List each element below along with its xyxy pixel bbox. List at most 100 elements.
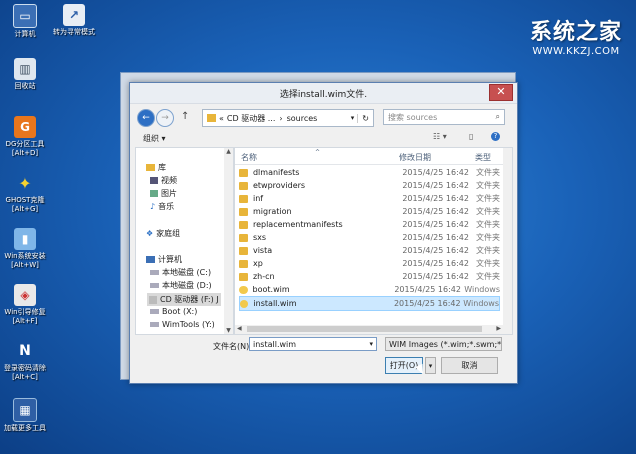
table-row[interactable]: install.wim 2015/4/25 16:42 Windows (239, 296, 500, 311)
column-header-date[interactable]: 修改日期 (399, 152, 431, 163)
desktop-icon-diskgenius[interactable]: G DG分区工具 [Alt+D] (2, 116, 48, 158)
file-list-hscrollbar[interactable]: ◀ ▶ (235, 325, 512, 334)
table-row[interactable]: zh-cn 2015/4/25 16:42 文件夹 (239, 270, 500, 283)
address-bar[interactable]: « CD 驱动器 ... › sources ▾ ↻ (202, 109, 374, 127)
desktop-icon-ghost[interactable]: ✦ GHOST克隆 [Alt+G] (2, 172, 48, 214)
file-name: xp (252, 259, 263, 268)
column-header-type[interactable]: 类型 (475, 152, 491, 163)
nav-item-boot-x[interactable]: Boot (X:) (150, 307, 197, 316)
more-tools-icon: ▦ (13, 398, 37, 422)
table-row[interactable]: etwproviders 2015/4/25 16:42 文件夹 (239, 179, 500, 192)
dialog-title: 选择install.wim文件. (279, 90, 368, 100)
close-button[interactable]: ✕ (489, 84, 513, 101)
file-type: 文件夹 (476, 220, 501, 229)
folder-icon (239, 272, 248, 281)
up-icon[interactable]: ↑ (181, 111, 189, 122)
desktop-icon-password-clear[interactable]: N 登录密码清除 [Alt+C] (2, 340, 48, 382)
nav-item-pictures[interactable]: 图片 (150, 188, 177, 199)
file-list-vscrollbar[interactable] (503, 148, 512, 325)
file-date: 2015/4/25 16:42 (402, 181, 469, 190)
nav-item-drive-d[interactable]: 本地磁盘 (D:) (150, 280, 212, 291)
desktop-icon-win-install[interactable]: ▮ Win系统安装 [Alt+W] (2, 228, 48, 270)
nav-item-homegroup[interactable]: ❖ 家庭组 (146, 228, 180, 239)
toolbar: 组织 ▾ ☷ ▾ ▯ ? (135, 131, 512, 147)
table-row[interactable]: replacementmanifests 2015/4/25 16:42 文件夹 (239, 218, 500, 231)
search-input[interactable]: 搜索 sources ⌕ (383, 109, 505, 125)
view-options-icon[interactable]: ☷ ▾ (433, 132, 447, 141)
file-date: 2015/4/25 16:42 (393, 299, 461, 308)
refresh-icon[interactable]: ↻ (357, 113, 373, 123)
table-row[interactable]: inf 2015/4/25 16:42 文件夹 (239, 192, 500, 205)
file-name: zh-cn (252, 272, 275, 281)
desktop-icon-boot-repair[interactable]: ◈ Win引导修复 [Alt+F] (2, 284, 48, 326)
scroll-thumb[interactable] (247, 326, 482, 332)
file-name: replacementmanifests (252, 220, 343, 229)
brand-logo: 系统之家 WWW.KKZJ.COM (530, 14, 622, 57)
table-row[interactable]: boot.wim 2015/4/25 16:42 Windows (239, 283, 500, 296)
folder-icon (239, 207, 248, 216)
cancel-button[interactable]: 取消 (441, 357, 498, 374)
scroll-right-icon[interactable]: ▶ (496, 325, 501, 332)
folder-icon (207, 114, 216, 122)
dialog-titlebar[interactable]: 选择install.wim文件. ✕ (130, 83, 517, 104)
folder-icon (239, 168, 248, 177)
file-date: 2015/4/25 16:42 (394, 285, 461, 294)
scroll-down-icon[interactable]: ▼ (224, 327, 233, 334)
file-type: 文件夹 (476, 259, 501, 268)
table-row[interactable]: sxs 2015/4/25 16:42 文件夹 (239, 231, 500, 244)
desktop-icon-computer[interactable]: ▭ 计算机 (2, 4, 48, 39)
organize-menu[interactable]: 组织 ▾ (143, 133, 166, 144)
file-type: 文件夹 (476, 181, 501, 190)
file-list: 名称 ^ 修改日期 类型 dlmanifests 2015/4/25 16:42 文… (234, 147, 513, 335)
nav-item-wimtools-y[interactable]: WimTools (Y:) (150, 320, 215, 329)
open-options-button[interactable]: ▾ (425, 357, 436, 374)
preview-pane-icon[interactable]: ▯ (469, 132, 473, 141)
table-row[interactable]: vista 2015/4/25 16:42 文件夹 (239, 244, 500, 257)
scroll-up-icon[interactable]: ▲ (224, 148, 233, 155)
back-button[interactable]: ← (137, 109, 155, 127)
picture-icon (150, 190, 158, 197)
file-type: Windows (463, 299, 500, 308)
file-name: install.wim (253, 299, 297, 308)
filename-input[interactable]: install.wim ▾ (249, 337, 377, 351)
nav-scrollbar[interactable]: ▲ ▼ (224, 148, 233, 334)
address-dropdown-icon[interactable]: ▾ (348, 114, 358, 122)
folder-icon (239, 194, 248, 203)
table-row[interactable]: dlmanifests 2015/4/25 16:42 文件夹 (239, 166, 500, 179)
dropdown-chevron-icon[interactable]: ▾ (369, 340, 373, 348)
nav-item-drive-c[interactable]: 本地磁盘 (C:) (150, 267, 211, 278)
help-icon[interactable]: ? (491, 132, 500, 141)
file-name: inf (252, 194, 264, 203)
library-icon (146, 164, 155, 171)
nav-item-computer[interactable]: 计算机 (146, 254, 182, 265)
table-row[interactable]: xp 2015/4/25 16:42 文件夹 (239, 257, 500, 270)
column-header-name[interactable]: 名称 (241, 152, 257, 163)
address-segment-sources[interactable]: sources (287, 114, 318, 123)
nav-item-video[interactable]: 视频 (150, 175, 177, 186)
scroll-left-icon[interactable]: ◀ (237, 325, 242, 332)
table-row[interactable]: migration 2015/4/25 16:42 文件夹 (239, 205, 500, 218)
navigation-bar: ← → ↑ « CD 驱动器 ... › sources ▾ ↻ 搜索 sour… (135, 108, 512, 128)
forward-button[interactable]: → (156, 109, 174, 127)
boot-repair-icon: ◈ (14, 284, 36, 306)
folder-icon (239, 220, 248, 229)
file-name: migration (252, 207, 292, 216)
address-segment-drive[interactable]: CD 驱动器 ... (227, 113, 275, 124)
drive-icon (150, 283, 159, 288)
folder-icon (239, 233, 248, 242)
cd-drive-icon (149, 295, 157, 304)
nav-item-cd-drive[interactable]: CD 驱动器 (F:) J (147, 293, 221, 306)
desktop-icon-recycle-bin[interactable]: ▥ 回收站 (2, 58, 48, 91)
file-date: 2015/4/25 16:42 (402, 259, 469, 268)
brand-url: WWW.KKZJ.COM (532, 46, 620, 57)
diskgenius-icon: G (14, 116, 36, 138)
file-type: 文件夹 (476, 194, 501, 203)
nav-item-music[interactable]: ♪ 音乐 (150, 201, 174, 212)
desktop-icon-more-tools[interactable]: ▦ 加载更多工具 (2, 398, 48, 433)
brand-title: 系统之家 (529, 20, 622, 45)
file-name: dlmanifests (252, 168, 300, 177)
desktop-icon-switch-mode[interactable]: ↗ 转为寻常模式 (48, 4, 100, 37)
nav-item-library[interactable]: 库 (146, 162, 166, 173)
wim-file-icon (240, 299, 249, 308)
file-type-filter[interactable]: WIM Images (*.wim;*.swm;*. ▾ (385, 337, 502, 351)
